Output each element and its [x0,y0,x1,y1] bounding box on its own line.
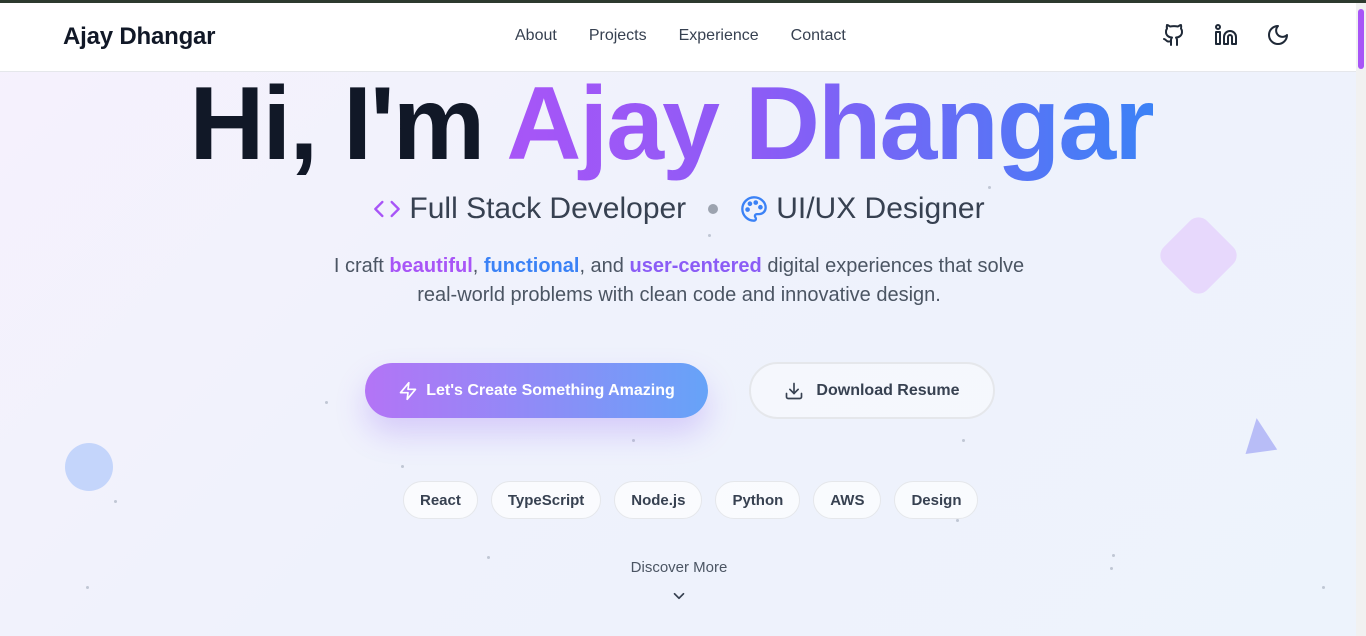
tagline-text: , and [579,255,630,277]
decorative-speck [1112,554,1115,557]
tagline-line-2: real-world problems with clean code and … [417,284,941,306]
role-separator [708,204,719,214]
site-header: Ajay Dhangar About Projects Experience C… [0,3,1356,72]
decorative-triangle [1240,415,1278,455]
decorative-speck [1322,586,1325,589]
decorative-speck [86,586,89,589]
hero-tagline: I craft beautiful, functional, and user-… [0,252,1358,310]
decorative-speck [956,519,959,522]
decorative-speck [962,439,965,442]
create-something-label: Let's Create Something Amazing [426,381,675,399]
nav-experience[interactable]: Experience [663,25,775,47]
role-list: Full Stack Developer UI/UX Designer [0,192,1358,226]
scrollbar-thumb[interactable] [1358,9,1364,69]
decorative-speck [632,439,635,442]
lightning-icon [399,381,417,400]
nav-contact[interactable]: Contact [775,25,862,47]
decorative-speck [988,186,991,189]
header-actions [1162,23,1290,47]
code-icon [374,200,401,218]
skill-chip-aws[interactable]: AWS [813,481,882,519]
hero-greeting: Hi, I'm [189,66,485,182]
role-designer: UI/UX Designer [740,192,985,226]
page-scrollbar[interactable] [1356,3,1366,636]
linkedin-icon[interactable] [1214,23,1238,47]
tagline-text: I craft [333,255,390,277]
download-resume-label: Download Resume [816,381,960,399]
tagline-highlight-beautiful: beautiful [389,255,473,277]
skill-chip-react[interactable]: React [403,481,478,519]
palette-icon [741,196,768,222]
github-icon[interactable] [1162,23,1186,47]
nav-projects[interactable]: Projects [573,25,663,47]
skill-chips: React TypeScript Node.js Python AWS Desi… [403,481,979,519]
role-developer-label: Full Stack Developer [409,192,687,225]
tagline-text: digital experiences that solve [761,255,1025,277]
decorative-circle [65,443,113,491]
tagline-highlight-user-centered: user-centered [629,255,762,277]
decorative-speck [114,500,117,503]
nav-about[interactable]: About [499,25,573,47]
download-resume-button[interactable]: Download Resume [749,362,995,419]
tagline-highlight-functional: functional [483,255,580,277]
skill-chip-nodejs[interactable]: Node.js [614,481,703,519]
moon-icon[interactable] [1266,23,1290,47]
role-designer-label: UI/UX Designer [776,192,985,225]
skill-chip-design[interactable]: Design [894,481,979,519]
chevron-down-icon[interactable] [670,587,688,605]
download-icon [786,382,803,399]
hero-name: Ajay Dhangar [506,66,1154,182]
brand-logo[interactable]: Ajay Dhangar [63,23,216,51]
hero-title: Hi, I'm Ajay Dhangar [0,64,1342,184]
create-something-button[interactable]: Let's Create Something Amazing [365,363,708,418]
discover-more-label[interactable]: Discover More [0,559,1358,576]
decorative-speck [325,401,328,404]
skill-chip-python[interactable]: Python [715,481,801,519]
role-developer: Full Stack Developer [373,192,686,226]
tagline-text: , [472,255,484,277]
skill-chip-typescript[interactable]: TypeScript [490,481,602,519]
main-nav: About Projects Experience Contact [499,25,862,47]
decorative-speck [401,465,404,468]
decorative-speck [708,234,711,237]
